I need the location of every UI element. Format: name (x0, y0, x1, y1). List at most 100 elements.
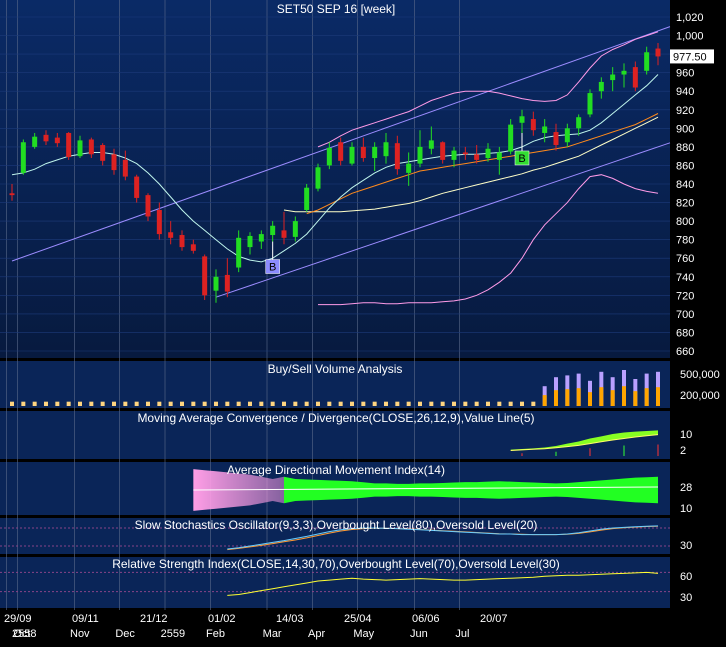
candle-body (281, 230, 287, 238)
chart-svg: B B SET50 SEP 16 [week] Buy/Sell Volume A… (0, 0, 720, 642)
candle-body (202, 256, 208, 296)
price-tick-label: 1,020 (676, 12, 704, 24)
candle-body (326, 147, 332, 166)
price-tick-label: 840 (676, 179, 694, 191)
candle-body (360, 146, 366, 159)
candle-body (111, 154, 117, 171)
candle-body (315, 167, 321, 189)
volume-bar (508, 401, 513, 406)
volume-bar (429, 401, 434, 406)
candle-body (236, 237, 242, 268)
candle-body (553, 132, 559, 146)
price-tick-label: 940 (676, 86, 694, 98)
volume-bar-buy (633, 391, 638, 406)
volume-bar (282, 401, 286, 406)
price-tick-label: 720 (676, 290, 694, 302)
buy-marker-label: B (269, 262, 276, 274)
candle-body (168, 232, 174, 238)
price-tick-label: 760 (676, 253, 694, 265)
candle-body (440, 142, 446, 160)
volume-bar (497, 401, 502, 406)
volume-bar (202, 401, 207, 406)
price-tick-label: 920 (676, 105, 694, 117)
subpanel-y-axes: 500,000 200,000 10 2 28 10 30 60 30 (680, 369, 720, 604)
month-label: Feb (206, 628, 225, 640)
candle-body (258, 234, 264, 242)
date-label: 29/09 (4, 613, 32, 625)
price-y-axis: 1,0201,000980960940920900880860840820800… (676, 12, 704, 358)
month-label: Apr (308, 628, 325, 640)
candle-body (66, 132, 72, 158)
month-label: Nov (70, 628, 90, 640)
candle-body (610, 74, 616, 81)
volume-bar (440, 401, 445, 406)
volume-bar (180, 401, 184, 406)
volume-bar (10, 401, 14, 406)
volume-bar (520, 401, 524, 406)
candle-body (644, 52, 650, 71)
candle-body (100, 145, 106, 161)
candle-body (54, 137, 60, 144)
volume-bar (316, 401, 320, 406)
volume-bar (270, 401, 275, 406)
volume-bar (236, 401, 241, 406)
price-tick-label: 800 (676, 216, 694, 228)
volume-bar (327, 401, 332, 406)
volume-bar-buy (599, 387, 604, 406)
adx-panel-title: Average Directional Movement Index(14) (227, 463, 445, 477)
candle-body (576, 117, 582, 129)
candle-body (655, 48, 661, 57)
volume-bar (225, 401, 230, 406)
month-label: Jun (410, 628, 428, 640)
candle-body (224, 274, 230, 292)
time-axis: 29/09 09/11 21/12 01/02 14/03 25/04 06/06 20/07… (0, 610, 670, 642)
last-price-text: 977.50 (673, 51, 707, 63)
volume-bar-buy (565, 389, 570, 406)
candle-body (247, 235, 253, 248)
month-label: May (353, 628, 374, 640)
adx-tick-label: 10 (680, 503, 692, 515)
volume-bar (463, 401, 468, 406)
candle-body (406, 163, 412, 173)
candle-body (77, 140, 83, 157)
volume-bar (89, 401, 94, 406)
volume-tick-label: 200,000 (680, 390, 720, 402)
volume-bar-buy (610, 390, 615, 406)
candle-body (462, 152, 468, 155)
date-label: 25/04 (344, 613, 372, 625)
volume-bar (452, 401, 456, 406)
candle-body (632, 67, 638, 88)
candle-body (349, 146, 355, 164)
candle-body (338, 142, 344, 161)
volume-bar (191, 401, 196, 406)
date-label: 06/06 (412, 613, 440, 625)
macd-panel-title: Moving Average Convergence / Divergence(… (137, 411, 534, 425)
volume-bar (395, 401, 400, 406)
candle-body (542, 126, 548, 133)
volume-bar (123, 401, 128, 406)
volume-bar (168, 401, 173, 406)
candle-body (179, 235, 185, 248)
candle-body (213, 276, 219, 291)
volume-panel-title: Buy/Sell Volume Analysis (268, 362, 403, 376)
volume-bar (214, 401, 218, 406)
candle-body (417, 146, 423, 164)
volume-bar (134, 401, 139, 406)
volume-bar (338, 401, 343, 406)
volume-bar (304, 401, 309, 406)
volume-bar (406, 401, 411, 406)
macd-tick-label: 10 (680, 429, 692, 441)
stoch-panel-title: Slow Stochastics Oscillator(9,3,3),Overb… (135, 518, 538, 532)
stoch-tick-label: 30 (680, 540, 692, 552)
candle-body (270, 225, 276, 236)
candle-body (190, 244, 196, 251)
price-tick-label: 740 (676, 272, 694, 284)
volume-bar-buy (588, 392, 592, 406)
candle-body (451, 150, 457, 160)
volume-bar (100, 401, 105, 406)
date-label: 20/07 (480, 613, 508, 625)
volume-bar (66, 401, 71, 406)
date-label: 01/02 (208, 613, 236, 625)
candle-body (88, 139, 94, 155)
volume-bar (361, 401, 366, 406)
